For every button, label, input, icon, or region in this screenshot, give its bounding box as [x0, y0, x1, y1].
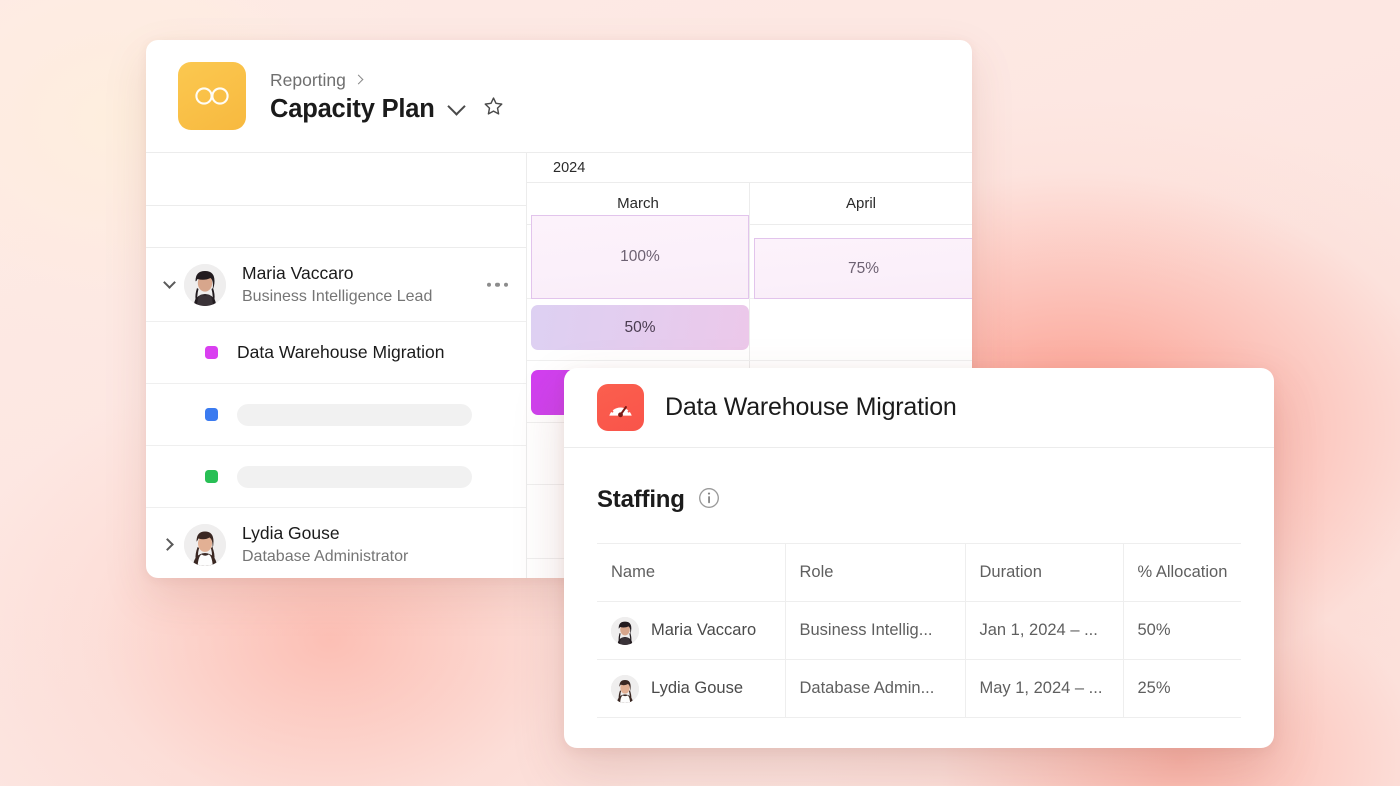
- cell-role: Database Admin...: [785, 659, 966, 718]
- capacity-bar-march[interactable]: 100%: [531, 215, 749, 299]
- cell-allocation: 25%: [1123, 659, 1241, 718]
- person-row-maria[interactable]: Maria Vaccaro Business Intelligence Lead: [146, 248, 526, 322]
- cell-name: Maria Vaccaro: [597, 601, 786, 660]
- card-header: Reporting Capacity Plan: [146, 40, 972, 153]
- section-title: Staffing: [597, 486, 685, 513]
- task-color-swatch: [205, 346, 218, 359]
- timeline-year-row: 2024: [527, 153, 972, 183]
- task-color-swatch: [205, 408, 218, 421]
- modal-title: Data Warehouse Migration: [665, 393, 957, 421]
- timeline-year: 2024: [553, 159, 586, 176]
- cell-name: Lydia Gouse: [597, 659, 786, 718]
- breadcrumb[interactable]: Reporting: [270, 69, 505, 91]
- staff-name: Maria Vaccaro: [651, 621, 757, 639]
- task-name: Data Warehouse Migration: [237, 342, 445, 362]
- allocation-bar-50[interactable]: 50%: [531, 305, 749, 350]
- task-detail-modal: Data Warehouse Migration Staffing Name R…: [564, 368, 1274, 748]
- timeline-row-data-warehouse-migration: 50%: [527, 299, 972, 361]
- column-header-duration[interactable]: Duration: [965, 543, 1124, 602]
- gauge-icon: [597, 384, 644, 431]
- person-row-lydia[interactable]: Lydia Gouse Database Administrator: [146, 508, 526, 578]
- cell-duration: May 1, 2024 – ...: [965, 659, 1124, 718]
- task-name-placeholder: [237, 465, 472, 488]
- task-row-placeholder-green[interactable]: [146, 446, 526, 508]
- month-header-april[interactable]: April: [749, 183, 972, 224]
- title-row: Capacity Plan: [270, 95, 505, 124]
- avatar-lydia: [184, 523, 226, 566]
- cell-role: Business Intellig...: [785, 601, 966, 660]
- chevron-down-icon[interactable]: [446, 96, 466, 116]
- modal-body: Staffing Name Role Duration % Allocation: [564, 448, 1274, 718]
- cell-allocation: 50%: [1123, 601, 1241, 660]
- task-row-data-warehouse-migration[interactable]: Data Warehouse Migration: [146, 322, 526, 384]
- row-label-column: Maria Vaccaro Business Intelligence Lead…: [146, 153, 527, 578]
- staffing-table: Name Role Duration % Allocation Maria Va…: [597, 543, 1241, 718]
- avatar-lydia: [611, 674, 639, 703]
- breadcrumb-parent[interactable]: Reporting: [270, 69, 346, 91]
- table-header-row: Name Role Duration % Allocation: [597, 543, 1241, 602]
- timeline-row-maria: 100% 75%: [527, 215, 972, 299]
- cell-duration: Jan 1, 2024 – ...: [965, 601, 1124, 660]
- chevron-down-icon[interactable]: [156, 276, 182, 289]
- column-header-role[interactable]: Role: [785, 543, 966, 602]
- person-name: Maria Vaccaro: [242, 262, 354, 283]
- task-row-placeholder-blue[interactable]: [146, 384, 526, 446]
- section-header: Staffing: [597, 486, 1241, 514]
- table-row[interactable]: Lydia Gouse Database Admin... May 1, 202…: [597, 659, 1241, 718]
- modal-header: Data Warehouse Migration: [564, 368, 1274, 448]
- chevron-right-icon[interactable]: [156, 538, 182, 551]
- person-role: Database Administrator: [242, 547, 409, 565]
- info-icon[interactable]: [698, 487, 720, 514]
- corner-cell: [146, 153, 526, 206]
- staff-name: Lydia Gouse: [651, 679, 744, 697]
- person-role: Business Intelligence Lead: [242, 287, 433, 305]
- avatar-maria: [184, 263, 226, 306]
- capacity-bar-april[interactable]: 75%: [754, 238, 972, 299]
- table-row[interactable]: Maria Vaccaro Business Intellig... Jan 1…: [597, 601, 1241, 660]
- page-title: Capacity Plan: [270, 94, 435, 123]
- avatar-maria: [611, 616, 639, 645]
- person-info: Lydia Gouse Database Administrator: [242, 522, 408, 568]
- star-icon[interactable]: [482, 95, 505, 123]
- chevron-right-icon: [353, 74, 364, 85]
- person-info: Maria Vaccaro Business Intelligence Lead: [242, 262, 432, 308]
- column-header-allocation[interactable]: % Allocation: [1123, 543, 1241, 602]
- title-column: Reporting Capacity Plan: [270, 69, 505, 124]
- column-header-name[interactable]: Name: [597, 543, 786, 602]
- corner-cell-2: [146, 206, 526, 248]
- ellipsis-icon[interactable]: [486, 282, 508, 287]
- task-color-swatch: [205, 470, 218, 483]
- task-name-placeholder: [237, 403, 472, 426]
- person-name: Lydia Gouse: [242, 522, 340, 543]
- glasses-icon: [178, 62, 246, 130]
